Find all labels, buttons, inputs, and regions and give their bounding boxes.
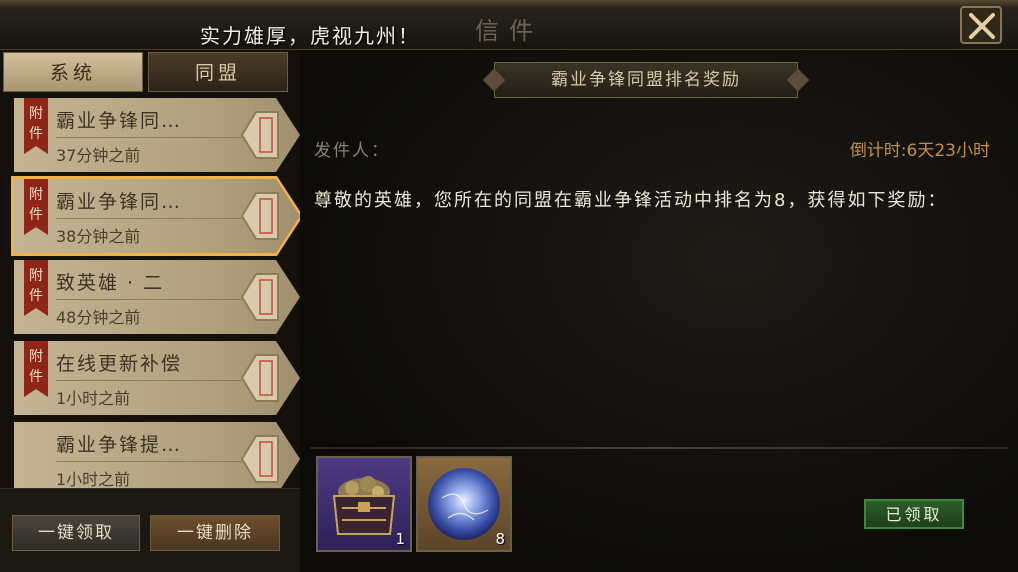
close-icon — [969, 13, 995, 39]
countdown-timer: 倒计时:6天23小时 — [849, 141, 990, 161]
divider — [310, 447, 1008, 449]
attachment-tag: 附件 — [24, 341, 48, 397]
bulk-action-bar: 一键领取 一键删除 — [0, 488, 300, 572]
mail-title: 霸业争锋同… — [56, 110, 183, 132]
tab-system[interactable]: 系统 — [3, 52, 143, 92]
mail-detail: 霸业争锋同盟排名奖励 发件人： 倒计时:6天23小时 尊敬的英雄，您所在的同盟在… — [300, 50, 1018, 572]
mail-list-item[interactable]: 附件 霸业争锋同… 37分钟之前 — [14, 98, 300, 172]
attachment-tag: 附件 — [24, 179, 48, 235]
delete-all-button[interactable]: 一键删除 — [150, 515, 280, 551]
mail-list-item[interactable]: 附件 在线更新补偿 1小时之前 — [14, 341, 300, 415]
mail-list-item[interactable]: 霸业争锋提… 1小时之前 — [14, 422, 300, 488]
mail-title: 霸业争锋同… — [56, 191, 183, 213]
attachment-tag: 附件 — [24, 98, 48, 154]
reward-quantity: 8 — [495, 530, 505, 548]
mail-time: 38分钟之前 — [56, 227, 141, 246]
close-button[interactable] — [960, 6, 1002, 44]
mail-time: 1小时之前 — [56, 389, 131, 408]
mail-time: 48分钟之前 — [56, 308, 141, 327]
letter-icon — [240, 354, 279, 402]
title-bar: 信件 实力雄厚，虎视九州！ — [0, 0, 1018, 50]
mail-time: 37分钟之前 — [56, 146, 141, 165]
reward-item[interactable]: 8 — [416, 456, 512, 552]
claimed-button[interactable]: 已领取 — [864, 499, 964, 529]
mail-title: 在线更新补偿 — [56, 353, 183, 375]
attachment-tag: 附件 — [24, 260, 48, 316]
mail-list: 附件 霸业争锋同… 37分钟之前 附件 霸业争锋同… 38分钟之前 附件 致英雄… — [0, 96, 300, 488]
broadcast-message: 实力雄厚，虎视九州！ — [200, 24, 420, 48]
mail-subject: 霸业争锋同盟排名奖励 — [494, 62, 798, 98]
letter-icon — [240, 111, 279, 159]
reward-quantity: 1 — [395, 530, 405, 548]
letter-icon — [240, 273, 279, 321]
window-title: 信件 — [475, 17, 543, 45]
mail-title: 霸业争锋提… — [56, 434, 183, 456]
mail-list-item[interactable]: 附件 致英雄 · 二 48分钟之前 — [14, 260, 300, 334]
mail-list-item-selected[interactable]: 附件 霸业争锋同… 38分钟之前 — [11, 176, 300, 256]
mail-body: 尊敬的英雄，您所在的同盟在霸业争锋活动中排名为8，获得如下奖励： — [314, 190, 948, 211]
mail-title: 致英雄 · 二 — [56, 272, 165, 294]
reward-item[interactable]: 1 — [316, 456, 412, 552]
tab-alliance[interactable]: 同盟 — [148, 52, 288, 92]
letter-icon — [240, 435, 279, 483]
mail-sidebar: 系统 同盟 附件 霸业争锋同… 37分钟之前 附件 霸业争锋同… 38分钟之前 — [0, 50, 300, 572]
claim-all-button[interactable]: 一键领取 — [12, 515, 140, 551]
letter-icon — [240, 192, 279, 240]
mail-time: 1小时之前 — [56, 470, 131, 488]
sender-label: 发件人： — [314, 141, 390, 161]
